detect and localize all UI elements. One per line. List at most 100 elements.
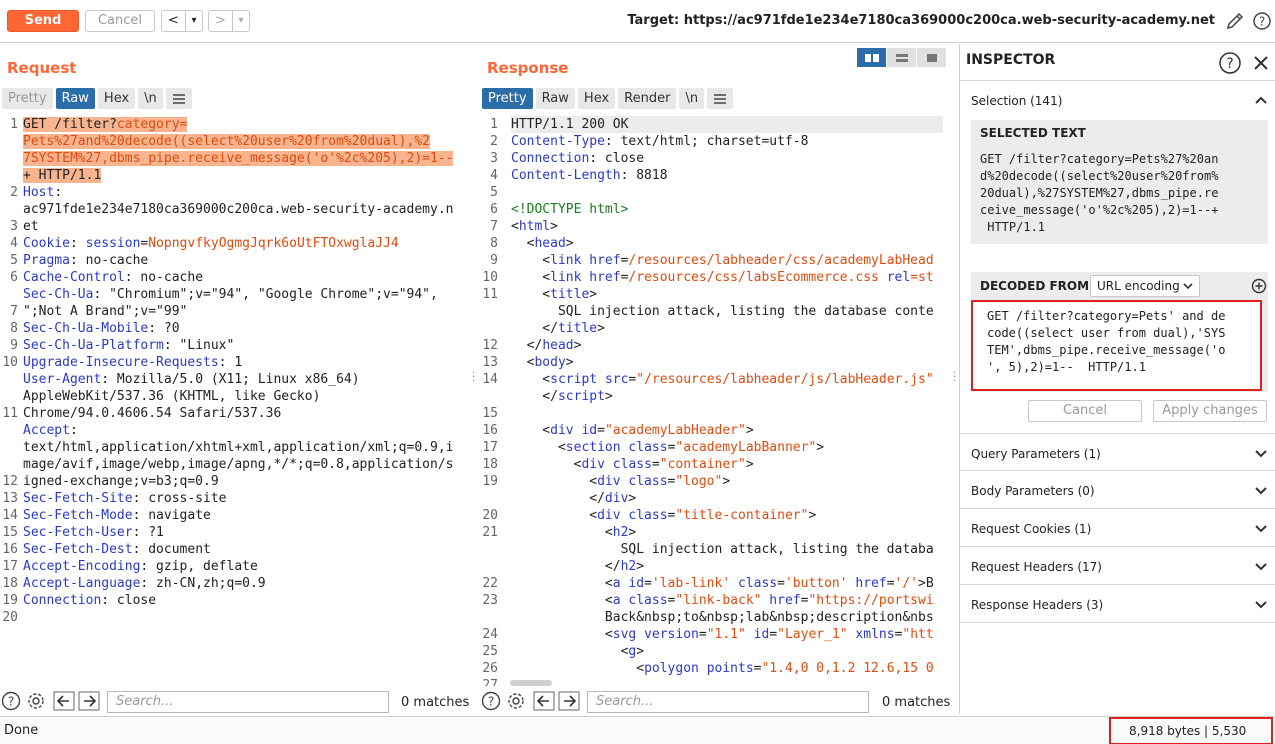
line-number: 14 — [482, 372, 498, 387]
help-icon[interactable]: ? — [1, 691, 21, 711]
query-parameters-section[interactable]: Query Parameters (1) — [960, 433, 1275, 471]
code-token: < — [511, 372, 551, 387]
help-icon[interactable]: ? — [481, 691, 501, 711]
hamburger-menu-icon[interactable] — [707, 88, 734, 109]
request-search-input[interactable]: Search... — [107, 691, 389, 713]
line-number: 16 — [2, 542, 18, 557]
response-editor[interactable]: 1 2 3 4 5 6 7 8 9 10 11 12 13 14 15 16 17 18 19 20 21 22 23 24 2… — [480, 116, 946, 686]
back-dropdown-icon[interactable]: ▾ — [186, 11, 202, 31]
code-token: class — [737, 576, 778, 591]
request-cookies-section[interactable]: Request Cookies (1) — [960, 509, 1275, 547]
cancel-button[interactable]: Cancel — [85, 10, 155, 32]
back-nav-group[interactable]: < ▾ — [161, 10, 203, 32]
split-vertical-icon[interactable] — [887, 48, 916, 67]
tab-newline[interactable]: \n — [138, 88, 163, 109]
line-number: 3 — [490, 151, 498, 166]
line-number: 19 — [482, 474, 498, 489]
code-token: > — [628, 491, 637, 506]
svg-text:?: ? — [8, 695, 14, 709]
code-token: : text/html; charset=utf-8 — [604, 134, 809, 149]
help-icon[interactable]: ? — [1218, 51, 1242, 75]
response-headers-section[interactable]: Response Headers (3) — [960, 585, 1275, 623]
code-line: Sec-Ch-Ua: "Chromium";v="94", "Google Ch… — [23, 286, 438, 303]
pane-splitter[interactable]: · · · — [472, 369, 476, 387]
next-match-arrow-icon[interactable] — [558, 691, 580, 711]
settings-gear-icon[interactable] — [26, 691, 46, 711]
tab-pretty[interactable]: Pretty — [482, 88, 533, 109]
apply-changes-button[interactable]: Apply changes — [1153, 400, 1267, 422]
forward-arrow-icon[interactable]: > — [209, 11, 233, 31]
code-line: <svg version="1.1" id="Layer_1" xmlns="h… — [511, 626, 934, 643]
request-editor[interactable]: 1 2 3 4 5 6 7 8 9 10 11 12 13 14 15 16 17 18 19 20 GET /filt… — [0, 116, 466, 686]
code-line: 7SYSTEM%27,dbms_pipe.receive_message('o'… — [23, 150, 454, 167]
code-token: HTTP/1.1 200 OK — [511, 117, 629, 132]
code-token: Connection — [23, 593, 102, 608]
code-token: < — [511, 576, 613, 591]
chevron-down-icon[interactable] — [1254, 597, 1268, 611]
help-icon[interactable]: ? — [1252, 11, 1272, 31]
tab-hex[interactable]: Hex — [97, 88, 136, 109]
chevron-up-icon[interactable] — [1254, 93, 1268, 107]
tab-raw[interactable]: Raw — [55, 88, 95, 109]
code-token: = — [769, 627, 778, 642]
code-token: : "Chromium";v="94", "Google Chrome";v="… — [93, 287, 438, 302]
code-token: class — [628, 593, 668, 608]
close-icon[interactable] — [1252, 54, 1270, 72]
code-token: 7SYSTEM%27,dbms_pipe.receive_message('o'… — [23, 151, 454, 166]
response-search-input[interactable]: Search... — [587, 691, 869, 713]
selection-section-header[interactable]: Selection (141) — [960, 80, 1275, 120]
chevron-down-icon[interactable] — [1254, 483, 1268, 497]
next-match-arrow-icon[interactable] — [78, 691, 100, 711]
code-token: "title-container" — [675, 508, 809, 523]
previous-match-arrow-icon[interactable] — [53, 691, 75, 711]
tab-raw[interactable]: Raw — [535, 88, 575, 109]
code-token: svg — [612, 627, 645, 642]
request-headers-section[interactable]: Request Headers (17) — [960, 547, 1275, 585]
add-circle-icon[interactable] — [1251, 278, 1267, 294]
forward-dropdown-icon[interactable]: ▾ — [233, 11, 249, 31]
code-token: "1.4,0 0,1.2 12.6,15 0 — [761, 661, 934, 676]
tab-newline[interactable]: \n — [679, 88, 705, 109]
code-token: = — [597, 423, 605, 438]
previous-match-arrow-icon[interactable] — [533, 691, 555, 711]
line-number: 20 — [482, 508, 498, 523]
settings-gear-icon[interactable] — [506, 691, 526, 711]
code-line: <!DOCTYPE html> — [511, 201, 628, 218]
pencil-icon[interactable] — [1225, 11, 1245, 31]
chevron-down-icon[interactable] — [1254, 521, 1268, 535]
chevron-down-icon[interactable] — [1254, 559, 1268, 573]
code-token: ac971fde1e234e7180ca369000c200ca.web-sec… — [23, 202, 454, 217]
inspector-cancel-button[interactable]: Cancel — [1028, 400, 1142, 422]
single-pane-icon[interactable] — [917, 48, 946, 67]
code-token: < — [511, 440, 566, 455]
line-number: 15 — [482, 406, 498, 421]
chevron-down-icon[interactable] — [1254, 446, 1268, 460]
code-token: div — [581, 457, 613, 472]
code-line: <head> — [511, 235, 574, 252]
forward-nav-group[interactable]: > ▾ — [208, 10, 250, 32]
tab-pretty[interactable]: Pretty — [2, 88, 53, 109]
send-button[interactable]: Send — [7, 10, 79, 32]
selection-label: Selection (141) — [971, 94, 1063, 108]
hamburger-menu-icon[interactable] — [165, 88, 192, 109]
back-arrow-icon[interactable]: < — [162, 11, 186, 31]
tab-render[interactable]: Render — [618, 88, 677, 109]
decoding-select[interactable]: URL encoding — [1090, 275, 1200, 297]
code-token: link — [550, 270, 590, 285]
response-footer: ? Search... 0 matches — [480, 689, 954, 714]
code-token: Pragma — [23, 253, 70, 268]
decoded-text-content[interactable]: GET /filter?category=Pets' and de code((… — [973, 302, 1260, 376]
decoded-text-annotation[interactable]: GET /filter?category=Pets' and de code((… — [971, 300, 1262, 391]
body-parameters-section[interactable]: Body Parameters (0) — [960, 471, 1275, 509]
code-token: > — [816, 440, 825, 455]
tab-hex[interactable]: Hex — [577, 88, 616, 109]
code-token: Accept-Language — [23, 576, 141, 591]
split-horizontal-icon[interactable] — [857, 48, 886, 67]
code-token: src — [604, 372, 629, 387]
horizontal-scrollbar[interactable] — [510, 680, 552, 686]
line-number: 12 — [482, 338, 498, 353]
line-number: 4 — [490, 168, 498, 183]
code-token: SQL injection attack, listing the databa… — [511, 304, 934, 319]
code-token: a — [612, 593, 629, 608]
line-number: 16 — [482, 423, 498, 438]
